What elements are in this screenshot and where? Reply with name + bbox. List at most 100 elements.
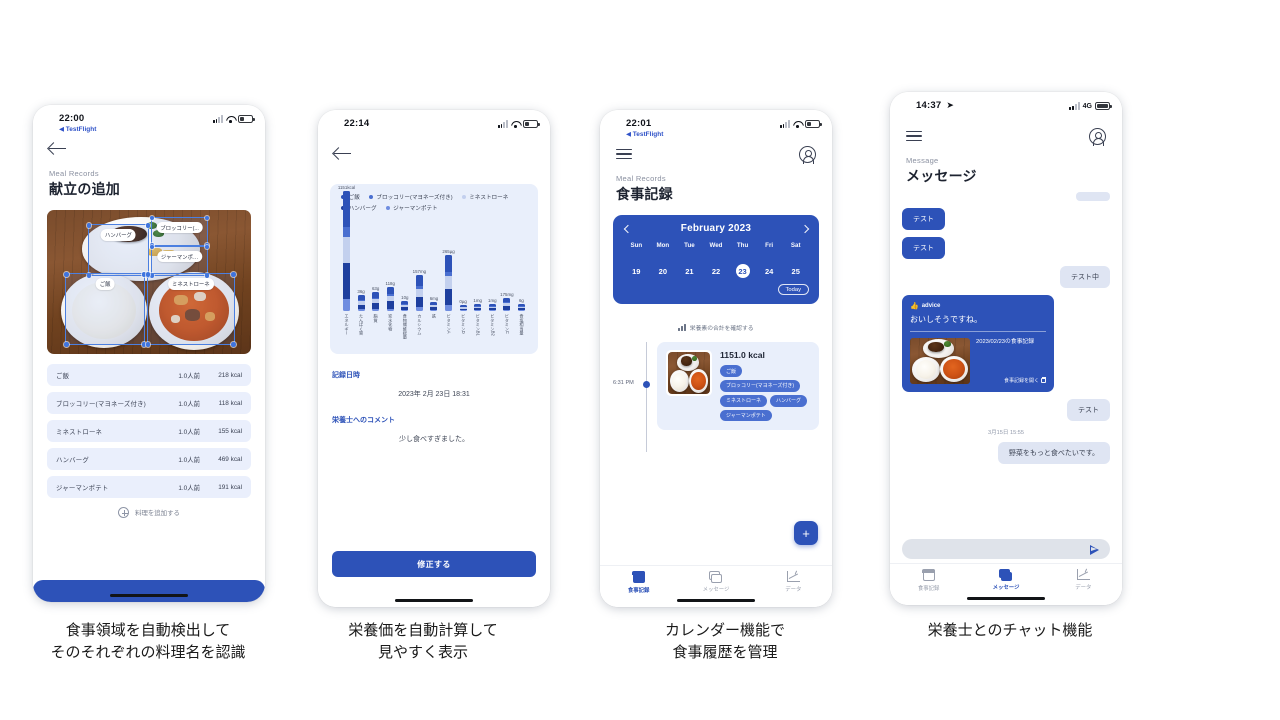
chart-column: 6g 食塩相当量 xyxy=(515,298,528,349)
dow-label: Sat xyxy=(790,242,801,249)
chart-segment xyxy=(372,309,380,311)
dietitian-comment-value: 少し食べすぎました。 xyxy=(399,436,469,443)
prev-month-icon[interactable] xyxy=(623,224,632,233)
tab-meal-records[interactable]: 食事記録 xyxy=(600,570,677,594)
chart-value-label: 0µg xyxy=(459,298,467,304)
detection-box-hamburg[interactable]: ハンバーグ xyxy=(86,223,151,278)
calendar-month: February 2023 xyxy=(680,223,752,234)
detection-label: ご飯 xyxy=(95,278,115,290)
signal-icon xyxy=(497,120,508,128)
chart-stacked-bar xyxy=(357,295,365,311)
tab-label: 食事記録 xyxy=(627,587,650,594)
food-name: ブロッコリー(マヨネーズ付き) xyxy=(56,400,147,408)
bottom-action-bar[interactable] xyxy=(33,580,265,602)
detection-box-rice[interactable]: ご飯 xyxy=(64,272,147,347)
back-arrow-icon[interactable] xyxy=(49,142,67,156)
tab-label: メッセージ xyxy=(702,586,730,593)
menu-icon[interactable] xyxy=(616,148,632,160)
calendar-day-selected[interactable]: 23 xyxy=(729,264,756,278)
message-input-bar[interactable] xyxy=(902,539,1110,559)
chart-category-label: ビタミンC xyxy=(504,314,510,334)
chart-value-label: 36g xyxy=(357,288,365,294)
chart-category-label: ビタミンB2 xyxy=(490,314,496,336)
back-arrow-icon[interactable] xyxy=(334,147,352,161)
tab-meal-records[interactable]: 食事記録 xyxy=(890,568,967,592)
list-item[interactable]: ブロッコリー(マヨネーズ付き) 1.0人前 118 kcal xyxy=(47,392,251,414)
caption-line: 食事履歴を管理 xyxy=(672,642,778,661)
message-row: テスト中 xyxy=(902,266,1110,288)
home-indicator xyxy=(677,599,755,602)
today-button[interactable]: Today xyxy=(777,284,809,296)
add-record-fab[interactable]: + xyxy=(794,521,818,545)
list-item[interactable]: ハンバーグ 1.0人前 469 kcal xyxy=(47,448,251,470)
meal-thumbnail[interactable] xyxy=(666,350,712,397)
battery-icon xyxy=(523,120,540,128)
chart-segment xyxy=(445,255,453,272)
edit-button[interactable]: 修正する xyxy=(332,551,536,577)
calendar-widget: February 2023 Sun Mon Tue Wed Thu Fri Sa… xyxy=(613,215,819,305)
chart-column: 157mg カルシウム xyxy=(413,269,426,349)
chart-segment xyxy=(474,310,482,311)
meal-photo[interactable]: ハンバーグ ブロッコリー(... ジャーマンポ… ご飯 ミネストローネ xyxy=(47,210,251,354)
calendar-day[interactable]: 24 xyxy=(756,264,783,278)
tab-label: データ xyxy=(1075,584,1092,591)
caption-line: 栄養価を自動計算して xyxy=(348,621,498,639)
calendar-day[interactable]: 21 xyxy=(676,264,703,278)
chart-category-label: 食物繊維総量 xyxy=(402,314,408,340)
chart-column: 0µg ビタミンD xyxy=(457,299,470,349)
detection-box-german-potato[interactable]: ジャーマンポ… xyxy=(149,244,210,278)
detection-box-broccoli[interactable]: ブロッコリー(... xyxy=(149,215,210,248)
calendar-day[interactable]: 20 xyxy=(650,264,677,278)
list-item[interactable]: ミネストローネ 1.0人前 155 kcal xyxy=(47,420,251,442)
chart-value-label: 6g xyxy=(518,297,524,303)
status-bar: 22:14 xyxy=(318,110,550,136)
tab-data[interactable]: データ xyxy=(1045,569,1122,591)
caption-line: そのそれぞれの料理名を認識 xyxy=(50,642,246,661)
tab-messages[interactable]: メッセージ xyxy=(967,569,1044,591)
tab-data[interactable]: データ xyxy=(755,571,832,593)
send-icon[interactable] xyxy=(1090,544,1101,555)
calendar-day[interactable]: 25 xyxy=(782,264,809,278)
food-chip: ハンバーグ xyxy=(770,394,808,407)
chart-value-label: 118g xyxy=(385,280,395,286)
chart-column: 6mg 鉄 xyxy=(427,296,440,349)
detection-box-minestrone[interactable]: ミネストローネ xyxy=(145,272,236,347)
battery-icon xyxy=(805,120,822,128)
calendar-icon xyxy=(922,568,935,581)
account-icon[interactable] xyxy=(799,145,816,164)
legend-swatch xyxy=(368,194,374,200)
advice-thumbnail[interactable] xyxy=(910,337,970,384)
add-dish-button[interactable]: 料理を追加する xyxy=(47,507,251,518)
dow-label: Sun xyxy=(630,242,643,249)
tab-messages[interactable]: メッセージ xyxy=(677,571,754,593)
external-link-icon xyxy=(1041,376,1047,383)
calendar-day[interactable]: 22 xyxy=(703,264,730,278)
food-serving: 1.0人前 xyxy=(178,400,200,408)
list-item[interactable]: ジャーマンポテト 1.0人前 191 kcal xyxy=(47,476,251,498)
chart-segment xyxy=(459,310,467,311)
menu-icon[interactable] xyxy=(906,130,922,142)
food-list: ご飯 1.0人前 218 kcal ブロッコリー(マヨネーズ付き) 1.0人前 … xyxy=(33,354,265,518)
chart-stacked-bar xyxy=(445,255,453,311)
status-time: 22:00 xyxy=(59,113,85,124)
dow-label: Mon xyxy=(656,242,670,249)
advice-open-link[interactable]: 食事記録を開く xyxy=(976,376,1047,384)
message-input[interactable] xyxy=(911,545,1090,553)
meal-entry-card[interactable]: 1151.0 kcal ご飯 ブロッコリー(マヨネーズ付き) ミネストローネ ハ… xyxy=(657,342,819,431)
chart-category-label: 食塩相当量 xyxy=(519,314,525,335)
food-chip: ご飯 xyxy=(720,365,743,377)
chart-stacked-bar xyxy=(474,304,482,311)
calendar-day[interactable]: 19 xyxy=(623,264,650,278)
list-item[interactable]: ご飯 1.0人前 218 kcal xyxy=(47,364,251,386)
nutrition-summary-link[interactable]: 栄養素の合計を確認する xyxy=(600,323,832,332)
chart-column: 36g たんぱく質 xyxy=(355,289,368,349)
next-month-icon[interactable] xyxy=(800,224,809,233)
food-name: ジャーマンポテト xyxy=(56,484,109,492)
account-icon[interactable] xyxy=(1089,127,1106,146)
advice-card[interactable]: 👍 advice おいしそうですね。 2023/02/23の食事記録 食事記録を… xyxy=(902,295,1054,392)
status-time: 22:14 xyxy=(344,118,370,129)
phone-chat: 14:37 ➤ 4G Message メッセージ テスト テスト テスト中 👍 … xyxy=(890,92,1122,605)
home-indicator xyxy=(395,599,473,602)
caption-1: 食事領域を自動検出して そのそれぞれの料理名を認識 xyxy=(8,620,288,664)
message-row: 野菜をもっと食べたいです。 xyxy=(902,441,1110,464)
